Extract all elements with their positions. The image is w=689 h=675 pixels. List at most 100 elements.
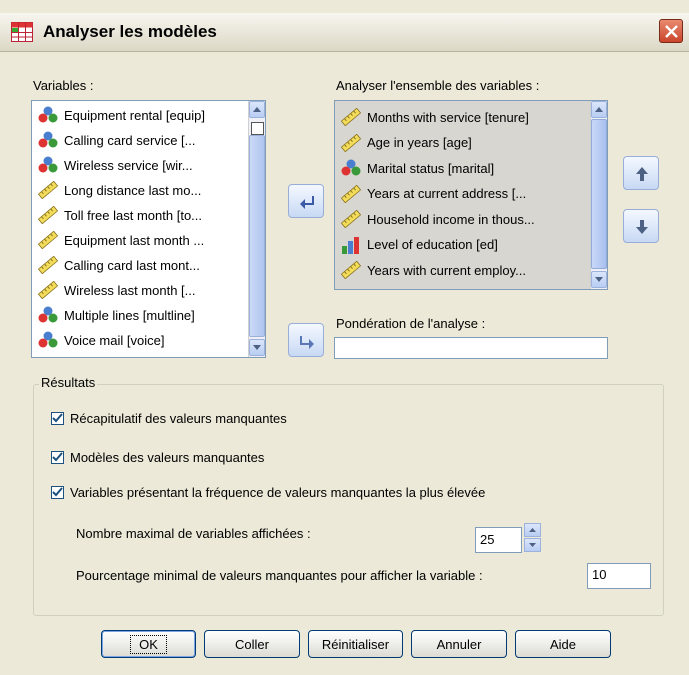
cancel-button[interactable]: Annuler — [411, 630, 507, 658]
missing-summary-checkbox[interactable]: Récapitulatif des valeurs manquantes — [51, 411, 287, 426]
results-group-label: Résultats — [39, 375, 98, 390]
max-variables-label: Nombre maximal de variables affichées : — [76, 526, 311, 541]
nominal-icon — [38, 306, 58, 324]
list-item-label: Calling card service [... — [64, 132, 196, 148]
scroll-down-icon — [253, 345, 261, 350]
ok-button[interactable]: OK — [101, 630, 196, 658]
scale-icon — [37, 255, 59, 275]
spin-down-icon — [529, 543, 536, 547]
arrow-right-icon — [300, 336, 314, 349]
list-item[interactable]: Toll free last month [to... — [37, 203, 203, 227]
title-bar[interactable]: Analyser les modèles — [0, 13, 689, 52]
max-variables-field[interactable]: 25 — [475, 527, 522, 553]
scroll-up-icon — [253, 107, 261, 112]
nominal-icon — [38, 156, 58, 174]
variables-listbox[interactable]: Equipment rental [equip] Calling card ser… — [31, 100, 266, 358]
list-item-label: Wireless service [wir... — [64, 157, 193, 173]
missing-patterns-checkbox[interactable]: Modèles des valeurs manquantes — [51, 450, 264, 465]
dialog-title: Analyser les modèles — [43, 22, 217, 41]
scroll-thumb[interactable] — [591, 119, 607, 269]
scroll-up-button[interactable] — [591, 101, 607, 118]
move-to-weight-button[interactable] — [288, 323, 324, 357]
scale-icon — [340, 209, 362, 229]
highest-frequency-checkbox[interactable]: Variables présentant la fréquence de val… — [51, 485, 485, 500]
analyze-scrollbar[interactable] — [590, 101, 607, 289]
arrow-down-icon — [636, 220, 648, 234]
scale-icon — [340, 184, 362, 203]
list-item-label: Level of education [ed] — [367, 237, 498, 252]
scroll-down-button[interactable] — [249, 339, 265, 356]
move-down-button[interactable] — [623, 209, 659, 243]
scroll-thumb[interactable] — [251, 122, 264, 135]
list-item[interactable]: Age in years [age] — [340, 131, 472, 155]
min-percent-label: Pourcentage minimal de valeurs manquante… — [76, 568, 483, 583]
list-item[interactable]: Equipment last month ... — [37, 228, 204, 252]
list-item[interactable]: Voice mail [voice] — [38, 328, 164, 352]
paste-button[interactable]: Coller — [204, 630, 300, 658]
scale-icon — [37, 230, 59, 250]
list-item[interactable]: Long distance last mo... — [37, 178, 202, 202]
highest-frequency-label: Variables présentant la fréquence de val… — [70, 485, 486, 500]
scale-icon — [340, 133, 362, 152]
help-button[interactable]: Aide — [515, 630, 611, 658]
list-item-label: Calling card last mont... — [64, 257, 200, 273]
scale-icon — [340, 260, 362, 280]
list-item[interactable]: Equipment rental [equip] — [38, 103, 205, 127]
spin-down-button[interactable] — [524, 538, 541, 552]
list-item-label: Toll free last month [to... — [64, 207, 203, 223]
list-item[interactable]: Level of education [ed] — [341, 233, 498, 257]
list-item[interactable]: Years with current employ... — [340, 258, 526, 282]
list-item-label: Age in years [age] — [367, 135, 472, 150]
checkmark-icon — [52, 487, 63, 497]
scale-icon — [37, 205, 59, 225]
arrow-left-icon — [300, 196, 314, 209]
scroll-up-button[interactable] — [249, 101, 265, 118]
scale-icon — [37, 280, 59, 300]
list-item[interactable]: Years at current address [... — [340, 182, 526, 206]
list-item[interactable]: Multiple lines [multline] — [38, 303, 195, 327]
checkbox-box[interactable] — [51, 451, 64, 464]
list-item-label: Long distance last mo... — [64, 182, 202, 198]
app-table-icon — [11, 22, 33, 42]
spin-up-button[interactable] — [524, 523, 541, 537]
list-item[interactable]: Marital status [marital] — [341, 156, 494, 180]
move-up-button[interactable] — [623, 156, 659, 190]
list-item[interactable]: Wireless last month [... — [37, 278, 196, 302]
checkbox-box[interactable] — [51, 486, 64, 499]
list-item-label: Wireless last month [... — [64, 282, 196, 298]
weight-field[interactable] — [334, 337, 608, 359]
variables-label: Variables : — [33, 78, 94, 93]
missing-patterns-label: Modèles des valeurs manquantes — [70, 450, 265, 465]
variables-scrollbar[interactable] — [248, 101, 265, 357]
scroll-down-button[interactable] — [591, 271, 607, 288]
list-item-label: Years with current employ... — [367, 262, 526, 278]
list-item-label: Equipment rental [equip] — [64, 107, 205, 123]
scroll-track[interactable] — [249, 135, 265, 337]
spin-up-icon — [529, 528, 536, 532]
list-item[interactable]: Household income in thous... — [340, 207, 535, 231]
analyze-label: Analyser l'ensemble des variables : — [336, 78, 540, 93]
list-item-label: Household income in thous... — [367, 211, 535, 227]
list-item[interactable]: Months with service [tenure] — [340, 105, 529, 129]
nominal-icon — [38, 131, 58, 149]
checkbox-box[interactable] — [51, 412, 64, 425]
close-icon — [665, 25, 678, 38]
nominal-icon — [38, 331, 58, 349]
list-item[interactable]: Wireless service [wir... — [38, 153, 193, 177]
list-item[interactable]: Calling card service [... — [38, 128, 196, 152]
min-percent-field[interactable]: 10 — [587, 563, 651, 589]
max-variables-spinner[interactable]: 25 — [475, 523, 541, 553]
analyze-listbox[interactable]: Months with service [tenure] Age in years… — [334, 100, 608, 290]
list-item-label: Marital status [marital] — [367, 160, 495, 176]
close-button[interactable] — [659, 19, 683, 43]
list-item-label: Multiple lines [multline] — [64, 307, 195, 323]
ordinal-icon — [341, 236, 361, 254]
checkmark-icon — [52, 452, 63, 462]
list-item-label: Voice mail [voice] — [64, 332, 165, 348]
reset-button[interactable]: Réinitialiser — [308, 630, 403, 658]
missing-summary-label: Récapitulatif des valeurs manquantes — [70, 411, 287, 426]
nominal-icon — [38, 106, 58, 124]
list-item[interactable]: Calling card last mont... — [37, 253, 200, 277]
move-to-analyze-button[interactable] — [288, 184, 324, 218]
ok-label: OK — [130, 634, 167, 654]
